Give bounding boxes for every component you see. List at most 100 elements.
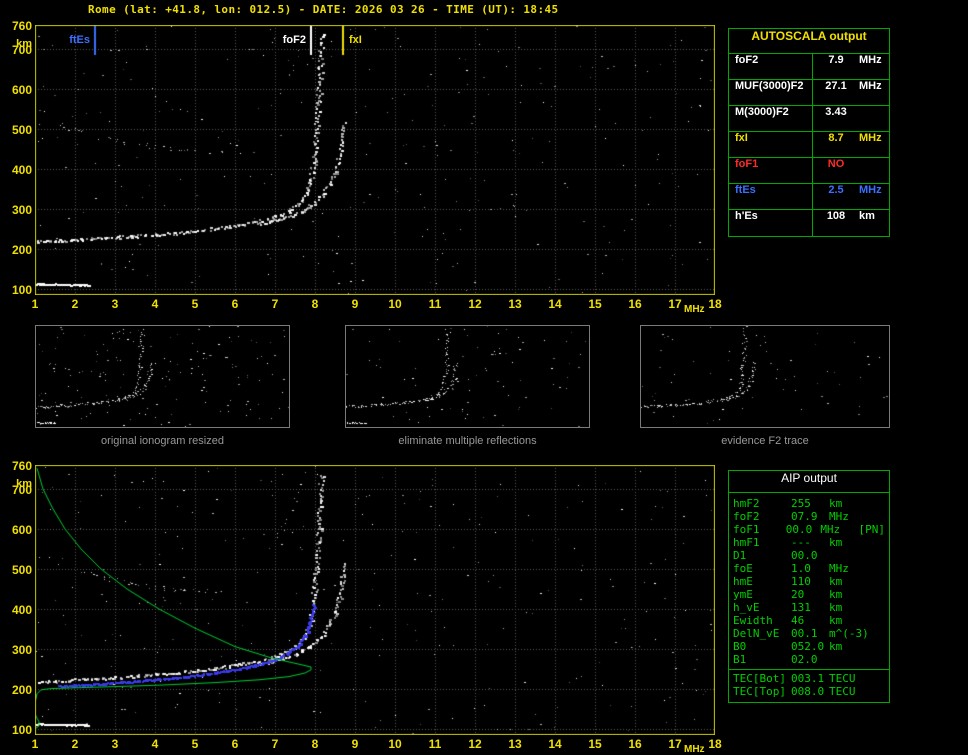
aip-param-label: Ewidth [733,614,773,627]
x-tick-label: 2 [71,737,79,751]
aip-value: 00.0 [785,523,813,536]
y-tick-label: 100 [11,723,32,737]
aip-param-label: TEC[Bot] [733,672,786,685]
autoscala-value-cell: 7.9 MHz [813,54,889,79]
y-tick-label: 400 [11,603,32,617]
aip-param-label: D1 [733,549,747,562]
autoscala-row: MUF(3000)F2 27.1 MHz [729,80,889,106]
aip-param-label: foF2 [733,510,760,523]
aip-param-label: hmE [733,575,753,588]
aip-unit: MHz [829,510,849,523]
aip-note [871,653,885,666]
thumbnail-caption: evidence F2 trace [721,435,809,447]
y-tick-label: 760 [11,459,32,473]
autoscala-unit: km [859,210,875,222]
aip-table-title: AIP output [729,471,889,493]
x-axis-unit-label: MHz [684,304,705,315]
aip-note [871,575,885,588]
aip-note [871,685,885,698]
autoscala-value-cell: NO [813,158,889,183]
aip-unit: km [829,640,843,653]
aip-value: 255 [791,497,811,510]
autoscala-row: h'Es 108 km [729,210,889,236]
aip-param-label: foF1 [733,523,760,536]
aip-row: B1 02.0 [729,653,889,666]
aip-note [871,536,885,549]
autoscala-table-title: AUTOSCALA output [729,29,889,54]
autoscala-unit: MHz [859,184,882,196]
x-tick-label: 15 [588,737,602,751]
autoscala-param-label: MUF(3000)F2 [729,80,813,105]
autoscala-row: M(3000)F2 3.43 [729,106,889,132]
aip-row: DelN_vE 00.1 m^(-3) [729,627,889,640]
aip-row: D1 00.0 [729,549,889,562]
y-axis-unit-label: km [16,478,32,490]
autoscala-unit [859,158,889,183]
aip-param-label: h_vE [733,601,760,614]
aip-unit: MHz [820,523,841,536]
x-tick-label: 2 [71,297,79,311]
autoscala-row: ftEs 2.5 MHz [729,184,889,210]
x-tick-label: 7 [271,297,279,311]
aip-unit: km [829,614,843,627]
autoscala-param-label: foF2 [729,54,813,79]
aip-note [871,614,885,627]
aip-value: 46 [791,614,805,627]
aip-value: 052.0 [791,640,825,653]
y-tick-label: 300 [11,643,32,657]
autoscala-row: fxI 8.7 MHz [729,132,889,158]
autoscala-unit: MHz [859,54,882,66]
aip-row: hmF2 255 km [729,497,889,510]
x-tick-label: 4 [151,737,159,751]
aip-unit: km [829,575,843,588]
aip-value: 00.0 [791,549,818,562]
autoscala-param-label: M(3000)F2 [729,106,813,131]
aip-row: hmF1 --- km [729,536,889,549]
x-tick-label: 10 [388,297,402,311]
aip-value: --- [791,536,811,549]
aip-row: foE 1.0 MHz [729,562,889,575]
aip-param-label: TEC[Top] [733,685,786,698]
x-tick-label: 9 [351,737,359,751]
bottom-ionogram-canvas [35,465,715,735]
page-title: Rome (lat: +41.8, lon: 012.5) - DATE: 20… [88,3,559,16]
x-tick-label: 3 [111,297,119,311]
aip-row: B0 052.0 km [729,640,889,653]
thumbnail-caption: original ionogram resized [101,435,224,447]
aip-row: Ewidth 46 km [729,614,889,627]
x-tick-label: 8 [311,737,319,751]
thumbnail-original-ionogram [35,325,290,428]
autoscala-value: NO [827,158,845,170]
autoscala-table-rows: foF2 7.9 MHz MUF(3000)F2 27.1 MHz M(3000)F2 3.4… [729,54,889,236]
x-tick-label: 9 [351,297,359,311]
x-tick-label: 8 [311,297,319,311]
x-tick-label: 6 [231,297,239,311]
autoscala-value: 8.7 [828,132,844,144]
aip-value: 20 [791,588,805,601]
x-tick-label: 13 [508,737,522,751]
autoscala-row: foF2 7.9 MHz [729,54,889,80]
x-tick-label: 17 [668,297,682,311]
aip-output-table: AIP output hmF2 255 km foF2 07.9 MHz foF1 00.0 M… [728,470,890,703]
x-tick-label: 7 [271,737,279,751]
aip-unit [829,549,871,562]
aip-unit: km [829,497,843,510]
aip-value: 008.0 [791,685,825,698]
aip-param-label: B1 [733,653,747,666]
x-tick-label: 13 [508,297,522,311]
x-tick-label: 12 [468,737,482,751]
aip-unit: km [829,588,843,601]
x-axis-unit-label: MHz [684,744,705,755]
aip-row: ymE 20 km [729,588,889,601]
aip-table-rows: hmF2 255 km foF2 07.9 MHz foF1 00.0 MHz [PN] hmF1-… [729,497,889,698]
autoscala-param-label: ftEs [729,184,813,209]
autoscala-value: 27.1 [825,80,847,92]
aip-note [871,497,885,510]
x-tick-label: 5 [191,737,199,751]
aip-unit: TECU [829,685,856,698]
autoscala-value-cell: 108 km [813,210,889,236]
aip-note [871,588,885,601]
autoscala-param-label: fxI [729,132,813,157]
aip-unit [829,653,871,666]
aip-value: 131 [791,601,811,614]
